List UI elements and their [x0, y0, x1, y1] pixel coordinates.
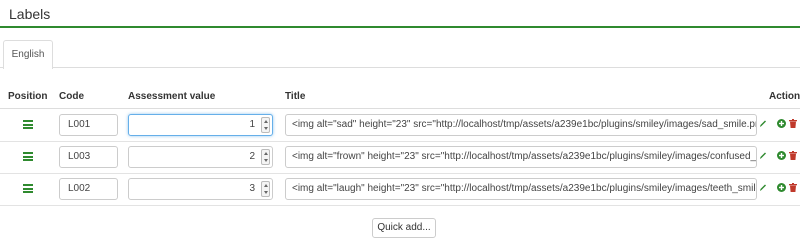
- trash-icon[interactable]: [789, 119, 797, 128]
- drag-handle-icon[interactable]: [23, 120, 33, 129]
- tabs-divider: [0, 67, 800, 68]
- tabs-divider-gap: [4, 67, 52, 68]
- spinner-icon[interactable]: [261, 117, 270, 133]
- table-row: L002 3 <img alt="laugh" height="23" src=…: [0, 173, 800, 205]
- trash-icon[interactable]: [789, 183, 797, 192]
- header-code: Code: [59, 91, 84, 102]
- row-divider: [0, 205, 800, 206]
- assessment-input[interactable]: 1: [128, 114, 273, 136]
- title-divider: [0, 26, 800, 28]
- pencil-icon[interactable]: [759, 119, 767, 128]
- pencil-icon[interactable]: [759, 151, 767, 160]
- drag-handle-icon[interactable]: [23, 152, 33, 161]
- header-action: Action: [769, 91, 800, 102]
- header-title: Title: [285, 91, 306, 102]
- plus-circle-icon[interactable]: [777, 151, 786, 160]
- assessment-value: 3: [249, 183, 255, 194]
- assessment-value: 1: [249, 119, 255, 130]
- trash-icon[interactable]: [789, 151, 797, 160]
- panel-title: Labels: [9, 6, 51, 22]
- language-tabs: English: [3, 40, 800, 69]
- code-input[interactable]: L003: [59, 146, 118, 168]
- quick-add-button[interactable]: Quick add...: [372, 218, 436, 238]
- plus-circle-icon[interactable]: [777, 119, 786, 128]
- title-input[interactable]: <img alt="frown" height="23" src="http:/…: [285, 146, 757, 168]
- spinner-icon[interactable]: [261, 149, 270, 165]
- pencil-icon[interactable]: [759, 183, 767, 192]
- assessment-value: 2: [249, 151, 255, 162]
- plus-circle-icon[interactable]: [777, 183, 786, 192]
- code-input[interactable]: L001: [59, 114, 118, 136]
- table-row: L003 2 <img alt="frown" height="23" src=…: [0, 141, 800, 173]
- assessment-input[interactable]: 2: [128, 146, 273, 168]
- tab-english[interactable]: English: [3, 40, 53, 69]
- drag-handle-icon[interactable]: [23, 184, 33, 193]
- title-input[interactable]: <img alt="sad" height="23" src="http://l…: [285, 114, 757, 136]
- title-input[interactable]: <img alt="laugh" height="23" src="http:/…: [285, 178, 757, 200]
- assessment-input[interactable]: 3: [128, 178, 273, 200]
- table-row: L001 1 <img alt="sad" height="23" src="h…: [0, 109, 800, 141]
- code-input[interactable]: L002: [59, 178, 118, 200]
- spinner-icon[interactable]: [261, 181, 270, 197]
- header-assessment: Assessment value: [128, 91, 216, 102]
- header-position: Position: [8, 91, 48, 102]
